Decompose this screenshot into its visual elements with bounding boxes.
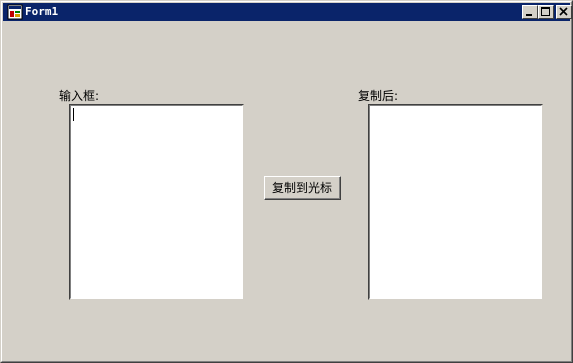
copy-to-cursor-button-label: 复制到光标 bbox=[265, 177, 340, 199]
input-textbox[interactable] bbox=[70, 105, 243, 299]
app-icon[interactable] bbox=[7, 4, 23, 20]
input-label: 输入框: bbox=[59, 89, 100, 103]
title-bar[interactable]: Form1 bbox=[3, 3, 572, 21]
maximize-button[interactable] bbox=[538, 5, 554, 19]
minimize-icon bbox=[526, 14, 532, 16]
input-textbox-frame bbox=[69, 104, 244, 300]
minimize-button[interactable] bbox=[522, 5, 538, 19]
maximize-icon bbox=[541, 7, 550, 16]
close-icon bbox=[559, 7, 568, 16]
output-textbox[interactable] bbox=[369, 105, 542, 299]
close-button[interactable] bbox=[556, 5, 572, 19]
output-textbox-frame bbox=[368, 104, 543, 300]
copy-to-cursor-button[interactable]: 复制到光标 bbox=[264, 176, 341, 200]
window-title: Form1 bbox=[25, 5, 59, 18]
form-window: Form1 输入框: 复制到光标 复制后: bbox=[0, 0, 573, 363]
text-caret bbox=[73, 108, 74, 121]
output-label: 复制后: bbox=[358, 89, 399, 103]
